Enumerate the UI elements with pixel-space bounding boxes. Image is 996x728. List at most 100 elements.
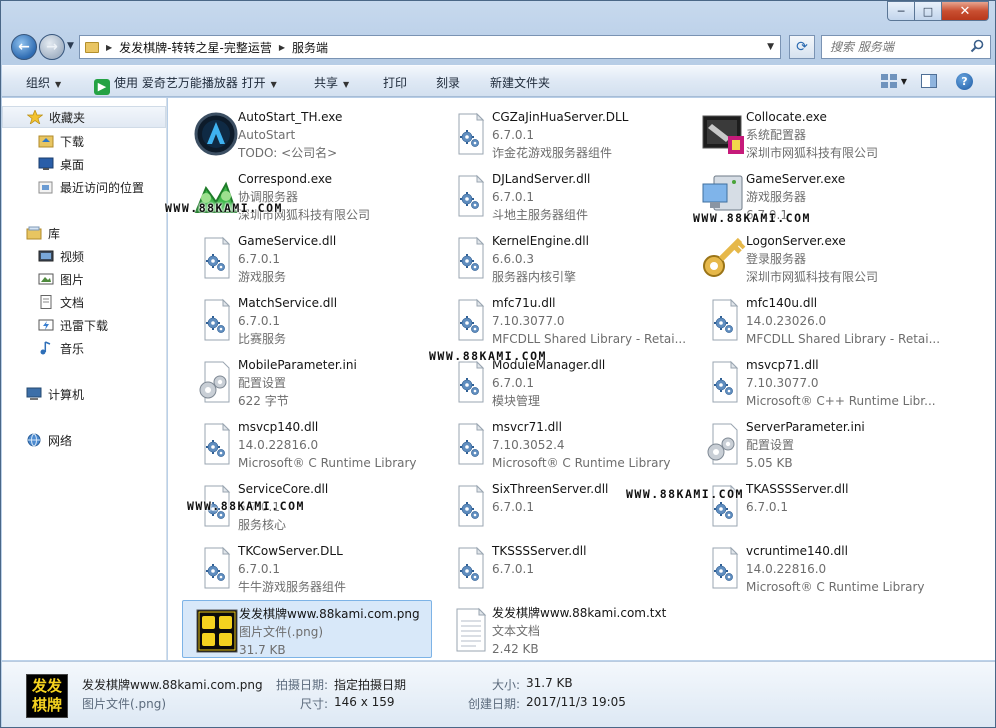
watermark-text: WWW.88KAMI.COM xyxy=(429,349,547,363)
file-item[interactable]: Correspond.exe 协调服务器 深圳市网狐科技有限公司 xyxy=(182,166,432,224)
share-label: 共享 xyxy=(314,76,339,90)
file-item[interactable]: SixThreenServer.dll 6.7.0.1 xyxy=(436,476,686,534)
burn-button[interactable]: 刻录 xyxy=(436,74,460,91)
breadcrumb-current[interactable]: 服务端 xyxy=(292,39,328,56)
chevron-down-icon[interactable]: ▼ xyxy=(901,77,907,86)
share-menu[interactable]: 共享 ▼ xyxy=(314,74,349,91)
file-item[interactable]: Collocate.exe 系统配置器 深圳市网狐科技有限公司 xyxy=(690,104,940,162)
nav-item-downloads[interactable]: 下载 xyxy=(2,130,166,152)
preview-pane-icon[interactable] xyxy=(921,74,937,88)
details-created-label: 创建日期: xyxy=(468,697,521,711)
dll-gear-icon xyxy=(446,482,494,530)
file-name: Correspond.exe xyxy=(238,172,333,186)
file-item[interactable]: ServerParameter.ini 配置设置 5.05 KB xyxy=(690,414,940,472)
file-name: TKASSSServer.dll xyxy=(746,482,849,496)
refresh-icon: ⟳ xyxy=(796,39,808,55)
file-item-text: TKCowServer.DLL 6.7.0.1 牛牛游戏服务器组件 xyxy=(238,542,346,596)
nav-item-thunder-downloads[interactable]: 迅雷下载 xyxy=(2,314,166,336)
nav-computer[interactable]: 计算机 xyxy=(2,383,166,405)
file-item[interactable]: TKSSSServer.dll 6.7.0.1 xyxy=(436,538,686,596)
back-button[interactable]: ← xyxy=(11,34,37,60)
nav-item-recent-places[interactable]: 最近访问的位置 xyxy=(2,176,166,198)
file-line3: 622 字节 xyxy=(238,394,289,408)
file-item[interactable]: msvcr71.dll 7.10.3052.4 Microsoft® C Runti… xyxy=(436,414,686,472)
file-item[interactable]: mfc71u.dll 7.10.3077.0 MFCDLL Shared Libra… xyxy=(436,290,686,348)
file-item[interactable]: mfc140u.dll 14.0.23026.0 MFCDLL Shared Lib… xyxy=(690,290,940,348)
file-item[interactable]: 发发棋牌www.88kami.com.txt 文本文档 2.42 KB xyxy=(436,600,686,658)
file-name: msvcr71.dll xyxy=(492,420,562,434)
file-name: 发发棋牌www.88kami.com.txt xyxy=(492,606,667,620)
dll-gear-icon xyxy=(446,234,494,282)
file-item[interactable]: msvcp140.dll 14.0.22816.0 Microsoft® C Run… xyxy=(182,414,432,472)
file-line2: 7.10.3077.0 xyxy=(746,376,819,390)
nav-item-music[interactable]: 音乐 xyxy=(2,337,166,359)
file-item-text: ModuleManager.dll 6.7.0.1 模块管理 xyxy=(492,356,605,410)
file-name: LogonServer.exe xyxy=(746,234,846,248)
file-item[interactable]: 发发棋牌www.88kami.com.png 图片文件(.png) 31.7 KB xyxy=(182,600,432,658)
file-name: msvcp71.dll xyxy=(746,358,819,372)
dll-gear-icon xyxy=(446,420,494,468)
close-button[interactable]: ✕ xyxy=(942,1,989,21)
file-name: DJLandServer.dll xyxy=(492,172,591,186)
ini-settings-icon xyxy=(192,358,240,406)
file-item[interactable]: LogonServer.exe 登录服务器 深圳市网狐科技有限公司 xyxy=(690,228,940,286)
nav-libraries[interactable]: 库 xyxy=(2,222,166,244)
chevron-down-icon: ▼ xyxy=(270,80,277,89)
new-folder-button[interactable]: 新建文件夹 xyxy=(490,74,550,91)
search-icon[interactable] xyxy=(970,39,984,53)
chevron-down-icon[interactable]: ▼ xyxy=(767,42,774,52)
file-name: TKCowServer.DLL xyxy=(238,544,343,558)
view-options-icon[interactable] xyxy=(881,74,897,88)
help-button[interactable]: ? xyxy=(956,73,973,90)
chevron-right-icon[interactable]: ▶ xyxy=(106,43,112,52)
refresh-button[interactable]: ⟳ xyxy=(789,35,815,59)
details-filename: 发发棋牌www.88kami.com.png xyxy=(82,678,263,692)
dll-gear-icon xyxy=(192,544,240,592)
file-line2: 7.10.3077.0 xyxy=(492,314,565,328)
search-input[interactable] xyxy=(830,40,960,54)
address-bar[interactable]: ▶ 发发棋牌-转转之星-完整运营 ▶ 服务端 ▼ xyxy=(79,35,781,59)
organize-menu[interactable]: 组织 ▼ xyxy=(26,74,61,91)
recent-pages-dropdown[interactable]: ▼ xyxy=(67,41,74,51)
details-pane: 发发棋牌 发发棋牌www.88kami.com.png 图片文件(.png) 拍… xyxy=(2,661,995,727)
file-item[interactable]: MatchService.dll 6.7.0.1 比赛服务 xyxy=(182,290,432,348)
file-item[interactable]: CGZaJinHuaServer.DLL 6.7.0.1 诈金花游戏服务器组件 xyxy=(436,104,686,162)
file-item[interactable]: msvcp71.dll 7.10.3077.0 Microsoft® C++ Run… xyxy=(690,352,940,410)
file-item[interactable]: vcruntime140.dll 14.0.22816.0 Microsoft® C… xyxy=(690,538,940,596)
file-line3: Microsoft® C Runtime Library xyxy=(492,456,671,470)
maximize-button[interactable]: □ xyxy=(915,1,942,21)
open-with-button[interactable]: ▶ 使用 爱奇艺万能播放器 打开 ▼ xyxy=(94,74,277,95)
file-item-text: GameService.dll 6.7.0.1 游戏服务 xyxy=(238,232,336,286)
star-icon xyxy=(27,110,43,124)
details-date-taken-value[interactable]: 指定拍摄日期 xyxy=(334,676,406,693)
breadcrumb-parent[interactable]: 发发棋牌-转转之星-完整运营 xyxy=(119,39,272,56)
recent-places-icon xyxy=(38,181,53,194)
file-item[interactable]: TKCowServer.DLL 6.7.0.1 牛牛游戏服务器组件 xyxy=(182,538,432,596)
search-box[interactable] xyxy=(821,35,991,59)
png-thumbnail-icon xyxy=(193,607,241,655)
file-line2: 配置设置 xyxy=(238,376,287,390)
forward-button[interactable]: → xyxy=(39,34,65,60)
nav-item-desktop[interactable]: 桌面 xyxy=(2,153,166,175)
file-item[interactable]: GameService.dll 6.7.0.1 游戏服务 xyxy=(182,228,432,286)
nav-item-videos[interactable]: 视频 xyxy=(2,245,166,267)
file-line2: 系统配置器 xyxy=(746,128,807,142)
minimize-button[interactable]: ─ xyxy=(887,1,915,21)
file-item[interactable]: TKASSSServer.dll 6.7.0.1 xyxy=(690,476,940,534)
nav-libraries-label: 库 xyxy=(48,226,61,241)
file-name: mfc71u.dll xyxy=(492,296,556,310)
nav-favorites[interactable]: 收藏夹 xyxy=(2,106,166,128)
print-button[interactable]: 打印 xyxy=(383,74,407,91)
nav-item-pictures[interactable]: 图片 xyxy=(2,268,166,290)
chevron-right-icon[interactable]: ▶ xyxy=(279,43,285,52)
file-item[interactable]: DJLandServer.dll 6.7.0.1 斗地主服务器组件 xyxy=(436,166,686,224)
navigation-pane: 收藏夹 下载 桌面 最近访问的位置 库 视频 图片 文档 迅雷下载 音乐 计算机… xyxy=(2,98,167,660)
file-item[interactable]: AutoStart_TH.exe AutoStart TODO: <公司名> xyxy=(182,104,432,162)
file-item[interactable]: KernelEngine.dll 6.6.0.3 服务器内核引擎 xyxy=(436,228,686,286)
details-size-label: 大小: xyxy=(492,678,521,692)
file-line2: 14.0.23026.0 xyxy=(746,314,827,328)
nav-network[interactable]: 网络 xyxy=(2,429,166,451)
file-item-text: mfc140u.dll 14.0.23026.0 MFCDLL Shared Lib… xyxy=(746,294,940,348)
nav-item-documents[interactable]: 文档 xyxy=(2,291,166,313)
file-item[interactable]: MobileParameter.ini 配置设置 622 字节 xyxy=(182,352,432,410)
